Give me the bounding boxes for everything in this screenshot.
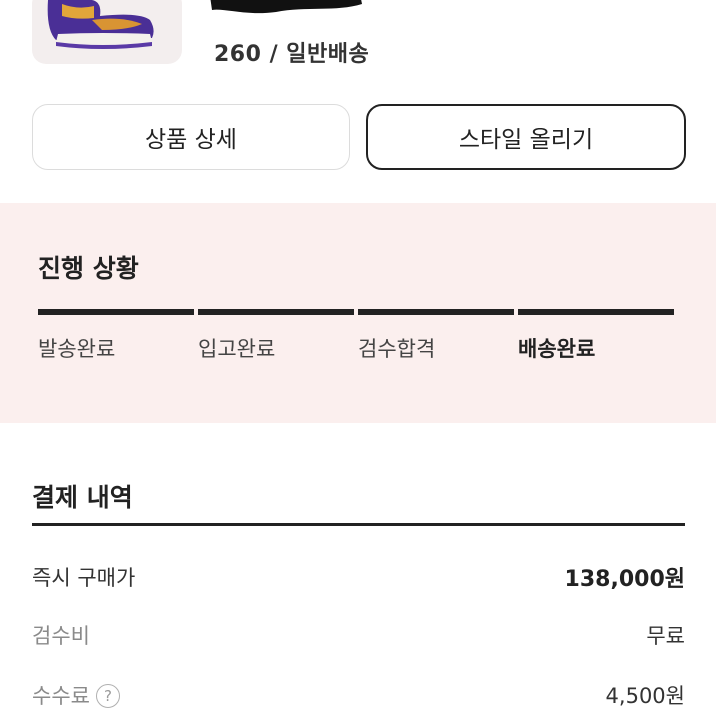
redacted-name-mark — [210, 0, 362, 14]
row-value-inspection-fee: 무료 — [646, 624, 685, 648]
row-value-instant-price: 138,000원 — [564, 567, 685, 592]
step-bar-1 — [38, 309, 194, 315]
step-label-received: 입고완료 — [198, 337, 276, 361]
row-label-instant-price: 즉시 구매가 — [32, 566, 136, 590]
step-bar-3 — [358, 309, 514, 315]
upload-style-button[interactable]: 스타일 올리기 — [366, 104, 686, 170]
step-label-shipped: 발송완료 — [38, 337, 116, 361]
product-thumbnail[interactable] — [32, 0, 182, 64]
row-fee: 수수료? — [32, 680, 120, 710]
payment-divider — [32, 523, 685, 526]
sneaker-image — [47, 0, 154, 49]
product-option-text: 260 / 일반배송 — [214, 42, 370, 67]
row-value-fee: 4,500원 — [605, 684, 685, 708]
step-label-delivered: 배송완료 — [518, 337, 596, 361]
step-bar-4 — [518, 309, 674, 315]
row-label-inspection-fee: 검수비 — [32, 624, 90, 648]
question-circle-icon[interactable]: ? — [95, 684, 120, 708]
progress-title: 진행 상황 — [38, 254, 139, 283]
product-detail-button[interactable]: 상품 상세 — [32, 104, 350, 170]
progress-section: 진행 상황 발송완료 입고완료 검수합격 배송완료 — [0, 203, 716, 423]
step-bar-2 — [198, 309, 354, 315]
row-label-fee: 수수료 — [32, 684, 90, 708]
payment-title: 결제 내역 — [32, 483, 133, 512]
step-label-inspection-passed: 검수합격 — [358, 337, 436, 361]
